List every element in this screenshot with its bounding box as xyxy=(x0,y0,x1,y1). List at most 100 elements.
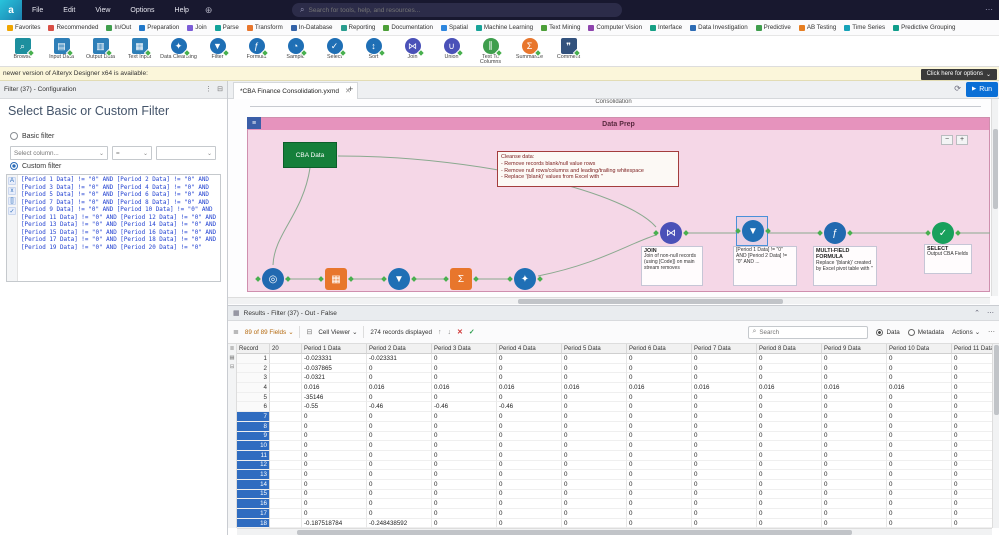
data-cell[interactable]: 0 xyxy=(887,441,952,451)
ribbon-tab-recommended[interactable]: Recommended xyxy=(44,24,102,31)
results-search[interactable]: ⌕ xyxy=(748,325,869,339)
ribbon-tab-machine-learning[interactable]: Machine Learning xyxy=(472,24,537,31)
data-cell[interactable]: 0 xyxy=(627,460,692,471)
data-cell[interactable] xyxy=(270,392,302,403)
table-row[interactable]: 4 0.016 0.016 0.016 0.016 0.016 0.016 0.016 0.01… xyxy=(237,383,992,393)
metadata-radio[interactable] xyxy=(907,328,915,336)
run-button[interactable]: ▶ Run xyxy=(966,81,998,97)
data-cell[interactable]: 0 xyxy=(952,354,992,364)
data-cell[interactable]: 0 xyxy=(432,518,497,528)
data-cell[interactable]: 0 xyxy=(757,450,822,461)
data-cell[interactable]: 0 xyxy=(627,421,692,432)
blue-tool-icon[interactable]: ◎ xyxy=(262,268,284,290)
results-search-input[interactable] xyxy=(759,328,865,336)
palette-tool-sample[interactable]: ◔ Sample xyxy=(276,36,315,66)
data-cell[interactable]: 0 xyxy=(692,489,757,500)
data-cell[interactable]: 0 xyxy=(497,363,562,374)
filter-annotation[interactable]: [Period 1 Data] != "0" AND [Period 2 Dat… xyxy=(733,246,797,286)
data-cell[interactable]: 0 xyxy=(497,470,562,480)
menu-options[interactable]: Options xyxy=(120,7,164,14)
data-cell[interactable]: 0 xyxy=(497,499,562,509)
data-cell[interactable]: 0 xyxy=(887,479,952,490)
data-cell[interactable]: 0 xyxy=(627,489,692,500)
data-cell[interactable]: 0 xyxy=(432,392,497,403)
record-cell[interactable]: 18 xyxy=(237,518,270,528)
data-cell[interactable]: 0 xyxy=(952,431,992,442)
data-cell[interactable]: 0 xyxy=(562,431,627,442)
data-cell[interactable]: 0 xyxy=(822,499,887,509)
data-cell[interactable]: 0 xyxy=(562,363,627,374)
data-cell[interactable]: 0.016 xyxy=(627,383,692,393)
data-cell[interactable]: 0 xyxy=(497,489,562,500)
data-cell[interactable]: 0 xyxy=(432,373,497,384)
data-cell[interactable]: 0 xyxy=(952,412,992,422)
data-cell[interactable]: 0 xyxy=(497,441,562,451)
table-row[interactable]: 7000000000000 xyxy=(237,412,992,422)
data-cell[interactable]: 0 xyxy=(497,373,562,384)
data-cell[interactable]: 0 xyxy=(562,450,627,461)
data-cell[interactable]: 0 xyxy=(757,421,822,432)
value-select[interactable]: ⌄ xyxy=(156,146,216,160)
function-insert-icon[interactable]: x xyxy=(8,187,16,195)
chevron-up-icon[interactable]: ⌃ xyxy=(974,309,980,317)
column-select[interactable]: Select column... ⌄ xyxy=(10,146,108,160)
data-cell[interactable]: 0 xyxy=(627,450,692,461)
palette-tool-output-data[interactable]: ▥ Output Data xyxy=(81,36,120,66)
column-header-period-3-data[interactable]: Period 3 Data xyxy=(432,344,497,354)
up-arrow-icon[interactable]: ↑ xyxy=(438,329,442,336)
data-cell[interactable]: 0 xyxy=(757,431,822,442)
ribbon-tab-data-investigation[interactable]: Data Investigation xyxy=(686,24,752,31)
data-cell[interactable]: 0 xyxy=(757,460,822,471)
data-cell[interactable]: 0 xyxy=(692,412,757,422)
data-cell[interactable]: 0 xyxy=(432,421,497,432)
basic-filter-radio[interactable] xyxy=(10,132,18,140)
results-vertical-scrollbar[interactable] xyxy=(992,344,999,528)
data-cell[interactable]: 0 xyxy=(757,489,822,500)
data-cell[interactable]: 0 xyxy=(432,460,497,471)
data-cell[interactable]: 0 xyxy=(367,470,432,480)
data-cell[interactable] xyxy=(270,412,302,422)
data-cell[interactable] xyxy=(270,489,302,500)
data-cell[interactable]: 0 xyxy=(952,383,992,393)
palette-tool-input-data[interactable]: ▤ Input Data xyxy=(42,36,81,66)
data-cell[interactable]: 0 xyxy=(302,489,367,500)
data-cell[interactable]: 0 xyxy=(887,354,952,364)
ribbon-tab-interface[interactable]: Interface xyxy=(646,24,686,31)
data-cell[interactable]: 0 xyxy=(822,354,887,364)
data-cell[interactable]: 0 xyxy=(757,509,822,519)
data-cell[interactable]: 0 xyxy=(692,363,757,374)
down-arrow-icon[interactable]: ↓ xyxy=(447,329,451,336)
data-cell[interactable]: 0 xyxy=(692,392,757,403)
data-cell[interactable]: 0 xyxy=(952,460,992,471)
data-cell[interactable]: 0 xyxy=(757,392,822,403)
palette-tool-data-cleansing[interactable]: ✦ Data Cleansing xyxy=(159,36,198,66)
record-cell[interactable]: 3 xyxy=(237,373,270,384)
data-cell[interactable]: 0 xyxy=(757,373,822,384)
column-header-period-9-data[interactable]: Period 9 Data xyxy=(822,344,887,354)
refresh-icon[interactable]: ⟳ xyxy=(954,84,961,93)
data-cell[interactable]: 0 xyxy=(302,479,367,490)
data-cell[interactable]: 0 xyxy=(692,354,757,364)
record-cell[interactable]: 16 xyxy=(237,499,270,509)
ribbon-tab-preparation[interactable]: Preparation xyxy=(135,24,183,31)
data-cell[interactable]: 0 xyxy=(887,518,952,528)
data-cell[interactable]: 0 xyxy=(822,431,887,442)
table-row[interactable]: 3-0.032100000000000 xyxy=(237,373,992,384)
column-header-period-7-data[interactable]: Period 7 Data xyxy=(692,344,757,354)
data-cell[interactable]: 0.016 xyxy=(692,383,757,393)
ribbon-tab-reporting[interactable]: Reporting xyxy=(337,24,380,31)
table-row[interactable]: 13000000000000 xyxy=(237,470,992,480)
data-cell[interactable]: 0 xyxy=(822,470,887,480)
data-cell[interactable] xyxy=(270,450,302,461)
column-header-period-5-data[interactable]: Period 5 Data xyxy=(562,344,627,354)
custom-filter-option[interactable]: Custom filter xyxy=(10,162,61,170)
data-radio[interactable] xyxy=(876,328,884,336)
data-cell[interactable]: 0 xyxy=(887,421,952,432)
data-cell[interactable]: 0 xyxy=(822,363,887,374)
data-cell[interactable]: 0 xyxy=(887,470,952,480)
ribbon-tab-join[interactable]: Join xyxy=(183,24,210,31)
filter-tool-icon[interactable]: ▼ xyxy=(388,268,410,290)
ribbon-tab-spatial[interactable]: Spatial xyxy=(437,24,472,31)
data-cell[interactable]: 0 xyxy=(757,518,822,528)
data-cell[interactable]: 0 xyxy=(367,489,432,500)
